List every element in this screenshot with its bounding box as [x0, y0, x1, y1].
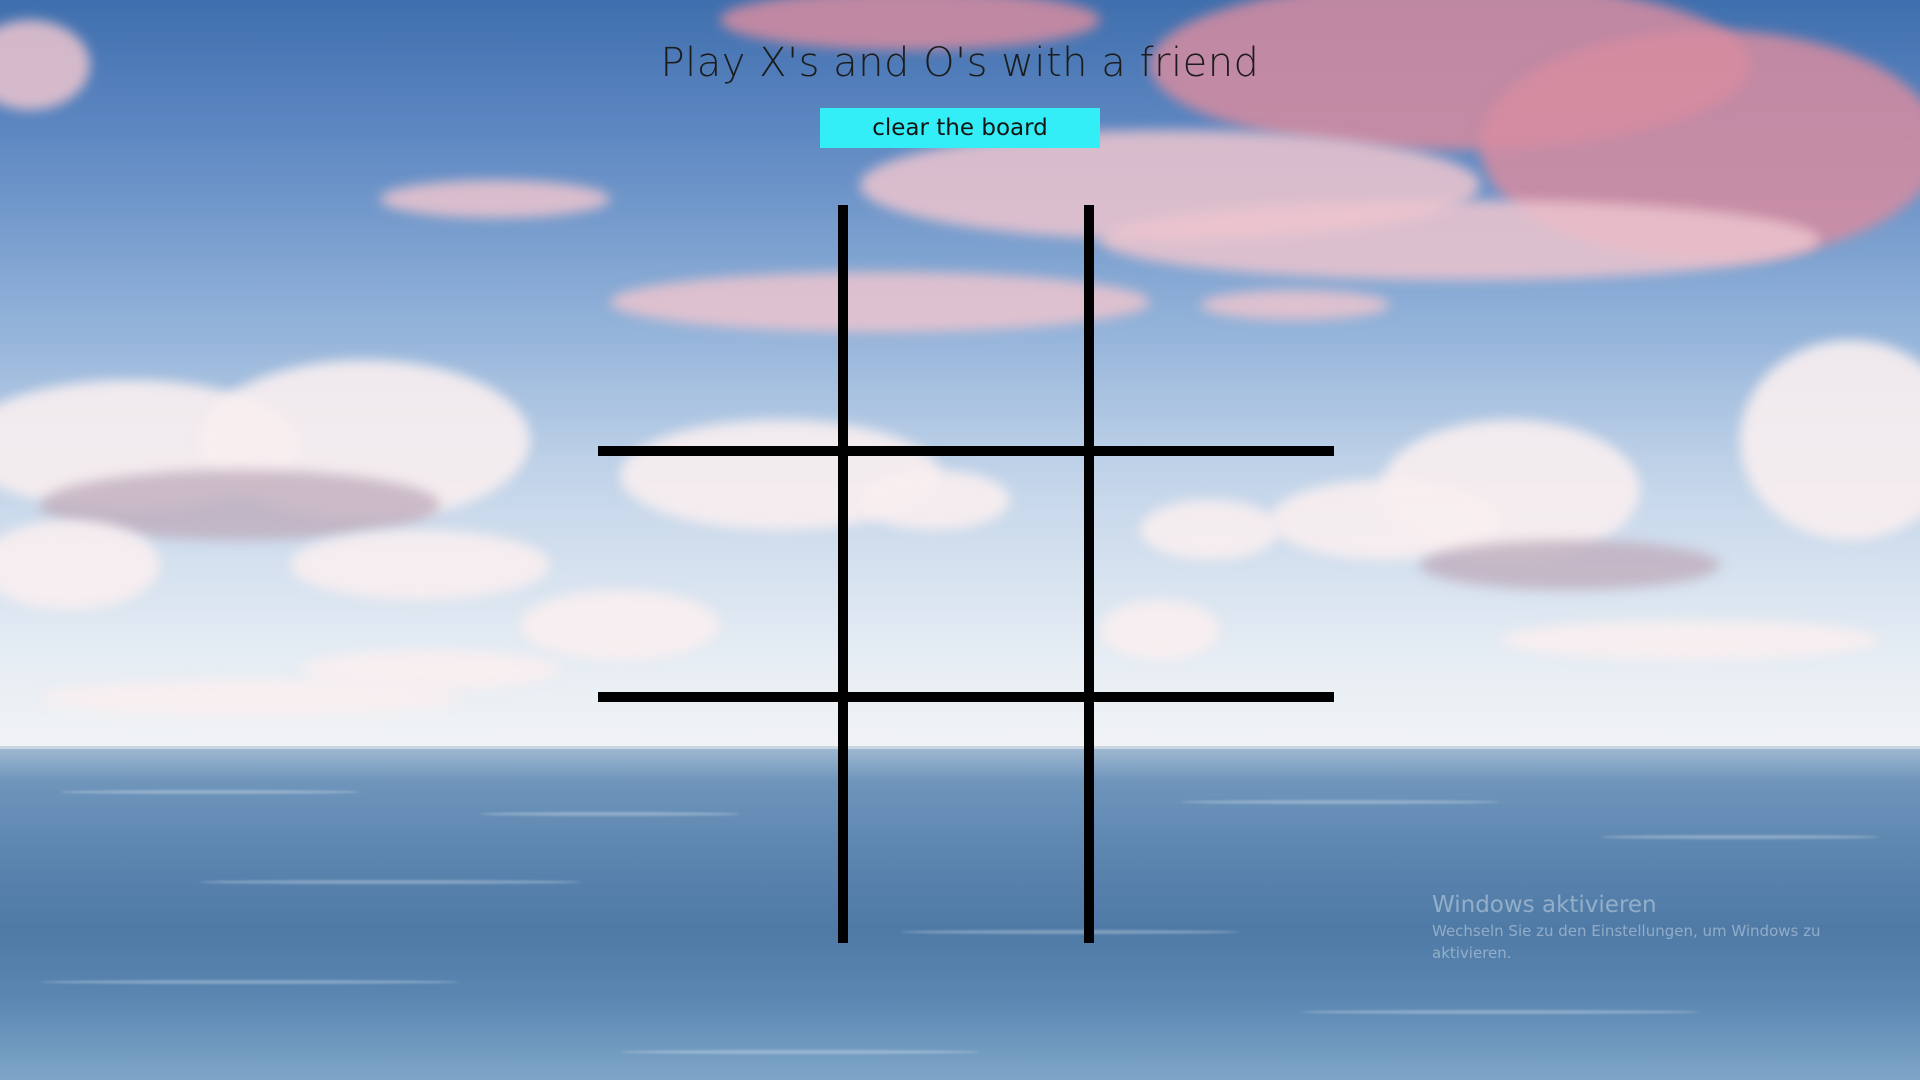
wave	[1600, 835, 1880, 839]
wave	[1300, 1010, 1700, 1014]
wave	[60, 790, 360, 794]
cloud	[1420, 540, 1720, 590]
board-cell-9[interactable]	[1088, 697, 1334, 943]
board-cell-1[interactable]	[598, 205, 844, 451]
board-cell-5[interactable]	[843, 451, 1089, 697]
cloud	[40, 680, 460, 716]
wave	[200, 880, 580, 884]
board-cell-7[interactable]	[598, 697, 844, 943]
watermark-text: Wechseln Sie zu den Einstellungen, um Wi…	[1432, 922, 1821, 962]
cloud	[1500, 620, 1880, 660]
wave	[620, 1050, 980, 1054]
wave	[40, 980, 460, 984]
board-cell-3[interactable]	[1088, 205, 1334, 451]
board-cell-8[interactable]	[843, 697, 1089, 943]
board-cell-6[interactable]	[1088, 451, 1334, 697]
watermark-title: Windows aktivieren	[1432, 892, 1657, 918]
cloud	[290, 530, 550, 600]
page: Play X's and O's with a friend clear the…	[0, 0, 1920, 1080]
clear-board-button[interactable]: clear the board	[820, 108, 1100, 148]
page-title: Play X's and O's with a friend	[660, 40, 1260, 86]
windows-activation-watermark: Windows aktivieren Wechseln Sie zu den E…	[1432, 890, 1862, 964]
board-cell-4[interactable]	[598, 451, 844, 697]
cloud	[380, 180, 610, 218]
board-cell-2[interactable]	[843, 205, 1089, 451]
tic-tac-toe-board	[598, 205, 1334, 943]
